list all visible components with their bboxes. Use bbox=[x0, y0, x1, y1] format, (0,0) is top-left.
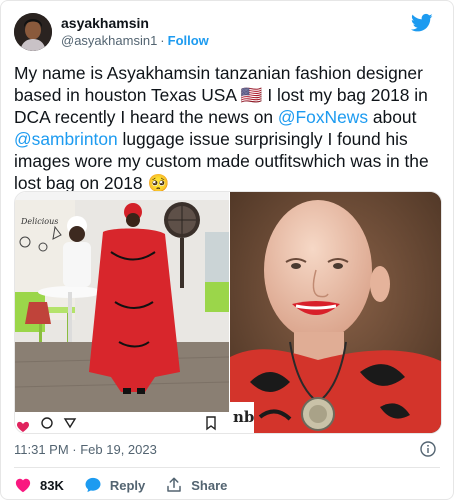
separator-dot: · bbox=[160, 33, 165, 48]
us-flag-emoji: 🇺🇸 bbox=[240, 85, 263, 105]
media-image-left[interactable]: Delicious bbox=[15, 192, 230, 433]
reply-label: Reply bbox=[109, 477, 146, 493]
share-label: Share bbox=[191, 477, 228, 493]
pleading-face-emoji: 🥺 bbox=[147, 173, 170, 193]
heart-icon bbox=[15, 478, 31, 493]
follow-button[interactable]: Follow bbox=[168, 33, 209, 48]
handle-row: @asyakhamsin1 · Follow bbox=[61, 33, 209, 48]
like-button[interactable]: 83K bbox=[14, 476, 64, 494]
user-handle[interactable]: @asyakhamsin1 bbox=[61, 33, 157, 48]
reply-button[interactable]: Reply bbox=[84, 476, 145, 494]
avatar-image bbox=[14, 13, 52, 51]
share-button[interactable]: Share bbox=[165, 476, 227, 494]
media-image-right[interactable]: nb bbox=[230, 192, 441, 433]
reply-bubble-icon bbox=[85, 477, 101, 493]
tweet-card: asyakhamsin @asyakhamsin1 · Follow My name… bbox=[0, 0, 454, 500]
display-name[interactable]: asyakhamsin bbox=[61, 15, 149, 31]
portrait-image bbox=[230, 192, 441, 433]
like-count: 83K bbox=[40, 477, 64, 493]
tweet-actions: 83K Reply Share bbox=[14, 475, 247, 495]
avatar[interactable] bbox=[14, 13, 52, 51]
mention-sambrinton-link[interactable]: @sambrinton bbox=[14, 129, 118, 149]
twitter-bird-icon[interactable] bbox=[411, 13, 433, 33]
media-grid: Delicious nb bbox=[14, 191, 442, 434]
divider bbox=[14, 467, 440, 468]
info-icon[interactable] bbox=[420, 441, 436, 457]
share-icon bbox=[167, 477, 182, 492]
watermark-text: nb bbox=[233, 408, 255, 426]
tweet-text: My name is Asyakhamsin tanzanian fashion… bbox=[14, 62, 444, 194]
instagram-post-image bbox=[15, 192, 230, 433]
mention-foxnews-link[interactable]: @FoxNews bbox=[278, 107, 368, 127]
delicious-sign-text: Delicious bbox=[21, 217, 59, 226]
tweet-text-part3: about bbox=[368, 107, 417, 127]
tweet-timestamp[interactable]: 11:31 PM · Feb 19, 2023 bbox=[14, 442, 157, 457]
